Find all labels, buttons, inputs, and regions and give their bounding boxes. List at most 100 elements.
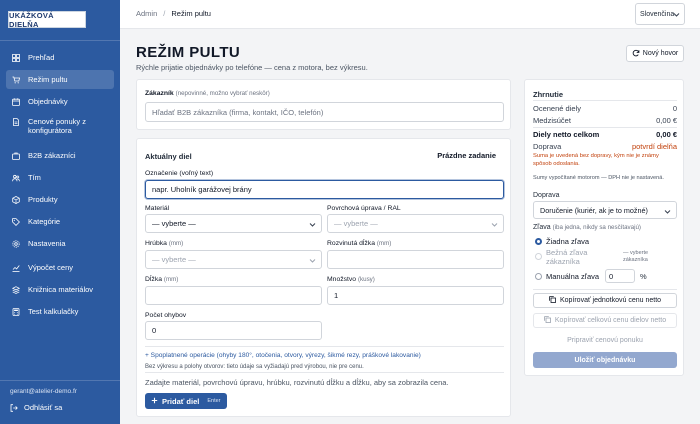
copy-total-price-button[interactable]: Kopírovať celkovú cenu dielov netto xyxy=(533,313,677,328)
customer-card: Zákazník (nepovinné, možno vybrať neskôr… xyxy=(136,79,511,130)
sidebar-item-label: Výpočet ceny xyxy=(28,262,74,272)
sidebar-item-label: Režim pultu xyxy=(28,74,68,84)
summary-divider xyxy=(533,100,677,101)
finish-select[interactable]: — vyberte — xyxy=(327,214,504,233)
users-icon xyxy=(12,152,20,160)
thickness-select[interactable]: — vyberte — xyxy=(145,250,322,269)
page-subtitle: Rýchle prijatie objednávky po telefóne —… xyxy=(136,63,368,72)
new-call-label: Nový hovor xyxy=(642,50,679,57)
sidebar-divider xyxy=(0,40,120,41)
sidebar-item-categories[interactable]: Kategórie xyxy=(6,212,114,231)
topbar: Admin / Režim pultu Slovenčina xyxy=(120,0,700,29)
box-icon xyxy=(12,195,20,204)
sidebar-item-counter-mode[interactable]: Režim pultu xyxy=(6,70,114,89)
discount-manual-input[interactable]: 0 xyxy=(605,269,635,283)
quantity-unit: (kusy) xyxy=(357,276,375,283)
new-call-button[interactable]: Nový hovor xyxy=(626,45,684,62)
finish-label: Povrchová úprava / RAL xyxy=(327,205,401,212)
designation-label: Označenie (voľný text) xyxy=(145,170,214,177)
sidebar-item-team[interactable]: Tím xyxy=(6,168,114,187)
summary-card: Zhrnutie Ocenené diely 0 Medzisúčet 0,00… xyxy=(524,79,684,376)
save-order-button[interactable]: Uložiť objednávku xyxy=(533,352,677,368)
delivery-value: Doručenie (kuriér, ak je to možné) xyxy=(540,205,648,215)
chevron-down-icon xyxy=(673,11,680,18)
document-icon xyxy=(12,118,20,126)
developed-length-input[interactable] xyxy=(327,250,504,269)
customer-label-note: (nepovinné, možno vybrať neskôr) xyxy=(175,90,270,97)
bends-input[interactable]: 0 xyxy=(145,321,322,340)
length-input[interactable] xyxy=(145,286,322,305)
sidebar-divider xyxy=(0,380,120,381)
thickness-value: — vyberte — xyxy=(152,255,196,264)
shipping-label: Doprava xyxy=(533,142,562,151)
language-select[interactable]: Slovenčina xyxy=(635,3,685,25)
sidebar-item-orders[interactable]: Objednávky xyxy=(6,92,114,111)
chevron-down-icon xyxy=(491,221,498,228)
customer-label-text: Zákazník xyxy=(145,90,174,97)
logout-button[interactable]: Odhlásiť sa xyxy=(10,403,62,412)
sidebar-item-settings[interactable]: Nastavenia xyxy=(6,234,114,253)
customer-search-input[interactable]: Hľadať B2B zákazníka (firma, kontakt, IČ… xyxy=(145,102,504,122)
material-select[interactable]: — vyberte — xyxy=(145,214,322,233)
paid-operations-link[interactable]: + Spoplatnené operácie (ohyby 180°, otoč… xyxy=(145,352,421,359)
summary-row-priced-parts: Ocenené diely 0 xyxy=(533,104,677,113)
designation-input[interactable]: napr. Uholník garážovej brány xyxy=(145,180,504,199)
sidebar-item-quotes[interactable]: Cenové ponuky z konfigurátora xyxy=(6,114,114,140)
current-part-title: Aktuálny diel xyxy=(145,152,192,161)
sidebar-item-label: Objednávky xyxy=(28,96,68,106)
sidebar: UKÁŽKOVÁ DIELŇA Prehľad Režim pultu Obje… xyxy=(0,0,120,424)
delivery-select[interactable]: Doručenie (kuriér, ak je to možné) xyxy=(533,201,677,219)
discount-manual-radio[interactable] xyxy=(535,273,542,280)
material-label: Materiál xyxy=(145,205,170,212)
breadcrumb-current: Režim pultu xyxy=(171,9,211,18)
price-hint: Zadajte materiál, povrchovú úpravu, hrúb… xyxy=(145,378,449,387)
sidebar-item-label: Test kalkulačky xyxy=(28,306,79,316)
clear-part-link[interactable]: Prázdne zadanie xyxy=(437,151,496,160)
sidebar-item-label: Produkty xyxy=(28,194,58,204)
sidebar-item-calculator-test[interactable]: Test kalkulačky xyxy=(6,302,114,321)
breadcrumb: Admin / Režim pultu xyxy=(136,9,211,18)
summary-divider xyxy=(533,289,677,290)
sidebar-item-products[interactable]: Produkty xyxy=(6,190,114,209)
sidebar-item-label: Nastavenia xyxy=(28,238,66,248)
brand-logo[interactable]: UKÁŽKOVÁ DIELŇA xyxy=(8,11,86,29)
copy-unit-price-button[interactable]: Kopírovať jednotkovú cenu netto xyxy=(533,293,677,308)
discount-none-label: Žiadna zľava xyxy=(546,237,590,246)
discount-standard-label: Bežná zľava zákazníka xyxy=(546,248,588,266)
sidebar-item-material-library[interactable]: Knižnica materiálov xyxy=(6,280,114,299)
discount-none-radio[interactable] xyxy=(535,238,542,245)
gear-icon xyxy=(12,239,20,248)
add-part-label: Pridať diel xyxy=(162,396,200,406)
cart-icon xyxy=(12,76,20,84)
prepare-quote-button[interactable]: Pripraviť cenovú ponuku xyxy=(533,333,677,348)
delivery-label: Doprava xyxy=(533,192,560,199)
thickness-label: Hrúbka (mm) xyxy=(145,240,183,247)
paid-operations-note: Bez výkresu a polohy otvorov: tieto údaj… xyxy=(145,364,364,370)
quantity-input[interactable]: 1 xyxy=(327,286,504,305)
net-total-value: 0,00 € xyxy=(656,130,677,139)
discount-label: Zľava (iba jedna, nikdy sa nesčítavajú) xyxy=(533,224,641,231)
layers-icon xyxy=(12,285,20,294)
sidebar-item-b2b-customers[interactable]: B2B zákazníci xyxy=(6,146,114,165)
discount-unit: % xyxy=(640,272,647,281)
summary-row-value: 0 xyxy=(672,104,677,113)
chart-icon xyxy=(12,264,20,272)
engine-note: Sumy vypočítané motorom — DPH nie je nas… xyxy=(533,175,664,181)
user-email: gerant@atelier-demo.fr xyxy=(10,388,77,395)
developed-length-label-text: Rozvinutá dĺžka xyxy=(327,240,375,247)
copy-icon xyxy=(549,296,556,305)
sidebar-item-label: Kategórie xyxy=(28,216,61,226)
add-part-button[interactable]: Pridať diel Enter xyxy=(145,393,227,409)
sidebar-item-overview[interactable]: Prehľad xyxy=(6,48,114,67)
page-title: REŽIM PULTU xyxy=(136,44,241,61)
breadcrumb-admin-link[interactable]: Admin xyxy=(136,9,157,18)
summary-title: Zhrnutie xyxy=(533,90,563,99)
sidebar-item-price-calculation[interactable]: Výpočet ceny xyxy=(6,258,114,277)
sidebar-item-label: Cenové ponuky z konfigurátora xyxy=(28,117,86,136)
summary-row-value: 0,00 € xyxy=(656,116,677,125)
sidebar-item-label: Knižnica materiálov xyxy=(28,284,94,294)
discount-standard-radio[interactable] xyxy=(535,253,542,260)
summary-divider xyxy=(533,127,677,128)
plus-icon xyxy=(151,397,158,406)
sidebar-item-label: Tím xyxy=(28,172,41,182)
